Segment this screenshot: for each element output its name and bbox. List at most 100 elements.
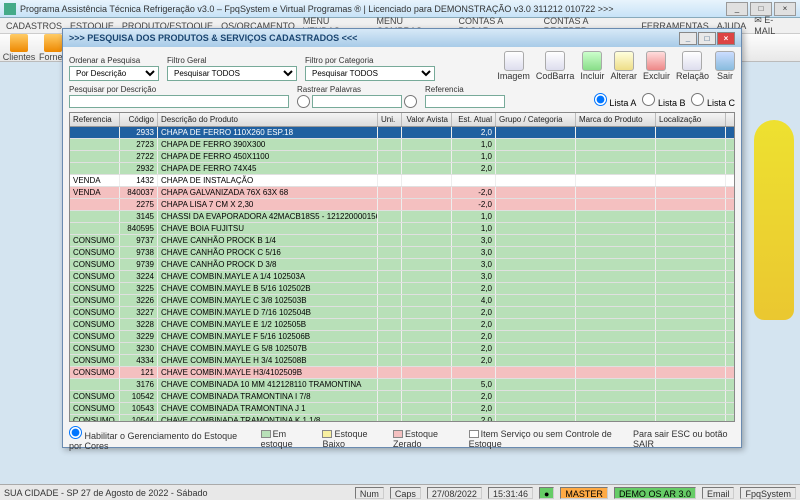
cell-est: 1,0 (452, 223, 496, 234)
table-row[interactable]: CONSUMO3226CHAVE COMBIN.MAYLE C 3/8 1025… (70, 295, 734, 307)
habilitar-checkbox[interactable]: Habilitar o Gerenciamento do Estoque por… (69, 426, 251, 451)
table-row[interactable]: CONSUMO3225CHAVE COMBIN.MAYLE B 5/16 102… (70, 283, 734, 295)
col-referencia[interactable]: Referencia (70, 113, 120, 126)
delete-icon (646, 51, 666, 71)
cell-ref (70, 199, 120, 210)
menu-item[interactable]: CADASTROS (6, 21, 62, 31)
table-row[interactable]: 2723CHAPA DE FERRO 390X3001,0 (70, 139, 734, 151)
radio-lista-a[interactable]: Lista A (594, 93, 637, 108)
table-row[interactable]: CONSUMO121CHAVE COMBIN.MAYLE H3/4102509B (70, 367, 734, 379)
filtro-cat-select[interactable]: Pesquisar TODOS (305, 66, 435, 81)
table-row[interactable]: CONSUMO4334CHAVE COMBIN.MAYLE H 3/4 1025… (70, 355, 734, 367)
table-row[interactable]: 2722CHAPA DE FERRO 450X11001,0 (70, 151, 734, 163)
toolbar-clientes[interactable]: Clientes (4, 34, 34, 62)
rastrear-radio[interactable] (297, 95, 310, 108)
table-row[interactable]: CONSUMO10543CHAVE COMBINADA TRAMONTINA J… (70, 403, 734, 415)
btn-alterar[interactable]: Alterar (610, 51, 637, 81)
cell-loc (656, 223, 726, 234)
table-row[interactable]: CONSUMO3227CHAVE COMBIN.MAYLE D 7/16 102… (70, 307, 734, 319)
status-demo: DEMO OS AR 3.0 (614, 487, 696, 499)
pesq-desc-label: Pesquisar por Descrição (69, 85, 289, 94)
btn-incluir[interactable]: Incluir (580, 51, 604, 81)
table-row[interactable]: CONSUMO3229CHAVE COMBIN.MAYLE F 5/16 102… (70, 331, 734, 343)
table-row[interactable]: CONSUMO3228CHAVE COMBIN.MAYLE E 1/2 1025… (70, 319, 734, 331)
table-row[interactable]: CONSUMO10544CHAVE COMBINADA TRAMONTINA K… (70, 415, 734, 422)
col-codigo[interactable]: Código (120, 113, 158, 126)
cell-est: 3,0 (452, 235, 496, 246)
dialog-min-button[interactable]: _ (679, 32, 697, 45)
status-fpq[interactable]: FpqSystem (740, 487, 796, 499)
cell-cod: 4334 (120, 355, 158, 366)
table-row[interactable]: VENDA1432CHAPA DE INSTALAÇÃO (70, 175, 734, 187)
cell-grp (496, 163, 576, 174)
cell-cod: 3226 (120, 295, 158, 306)
ordenar-select[interactable]: Por Descrição (69, 66, 159, 81)
rastrear-label: Rastrear Palavras (297, 85, 417, 94)
table-row[interactable]: CONSUMO3230CHAVE COMBIN.MAYLE G 5/8 1025… (70, 343, 734, 355)
filtro-geral-select[interactable]: Pesquisar TODOS (167, 66, 297, 81)
cell-grp (496, 187, 576, 198)
cell-cod: 3230 (120, 343, 158, 354)
table-row[interactable]: CONSUMO9738CHAVE CANHÃO PROCK C 5/163,0 (70, 247, 734, 259)
col-uni[interactable]: Uni. (378, 113, 402, 126)
table-row[interactable]: CONSUMO9737CHAVE CANHÃO PROCK B 1/43,0 (70, 235, 734, 247)
pesq-desc-input[interactable] (69, 95, 289, 108)
dialog-close-button[interactable]: × (717, 32, 735, 45)
table-row[interactable]: 2933CHAPA DE FERRO 110X260 ESP.182,0 (70, 127, 734, 139)
cell-val (402, 367, 452, 378)
col-descricao[interactable]: Descrição do Produto (158, 113, 378, 126)
cell-val (402, 259, 452, 270)
table-row[interactable]: 2932CHAPA DE FERRO 74X452,0 (70, 163, 734, 175)
rastrear-input[interactable] (312, 95, 402, 108)
radio-lista-b[interactable]: Lista B (642, 93, 685, 108)
radio-lista-c[interactable]: Lista C (691, 93, 735, 108)
product-grid[interactable]: Referencia Código Descrição do Produto U… (69, 112, 735, 422)
cell-grp (496, 151, 576, 162)
table-row[interactable]: 3145CHASSI DA EVAPORADORA 42MACB18S5 - 1… (70, 211, 734, 223)
btn-imagem[interactable]: Imagem (497, 51, 530, 81)
btn-sair[interactable]: Sair (715, 51, 735, 81)
cell-val (402, 283, 452, 294)
cell-ref: CONSUMO (70, 319, 120, 330)
table-row[interactable]: 2275CHAPA LISA 7 CM X 2,30-2,0 (70, 199, 734, 211)
referencia-input[interactable] (425, 95, 505, 108)
status-location: SUA CIDADE - SP 27 de Agosto de 2022 - S… (4, 488, 207, 498)
table-row[interactable]: CONSUMO9739CHAVE CANHÃO PROCK D 3/83,0 (70, 259, 734, 271)
col-estoque[interactable]: Est. Atual (452, 113, 496, 126)
legend-pink-icon (393, 430, 403, 438)
cell-cod: 2933 (120, 127, 158, 138)
cell-est: 2,0 (452, 343, 496, 354)
cell-loc (656, 199, 726, 210)
table-row[interactable]: CONSUMO10542CHAVE COMBINADA TRAMONTINA I… (70, 391, 734, 403)
cell-ref: CONSUMO (70, 259, 120, 270)
cell-val (402, 307, 452, 318)
window-max-button[interactable]: □ (750, 2, 772, 16)
report-icon (682, 51, 702, 71)
cell-loc (656, 379, 726, 390)
cell-ref: CONSUMO (70, 391, 120, 402)
dialog-title: >>> PESQUISA DOS PRODUTOS & SERVIÇOS CAD… (69, 33, 357, 43)
col-local[interactable]: Localização (656, 113, 726, 126)
window-min-button[interactable]: _ (726, 2, 748, 16)
table-row[interactable]: 840595CHAVE BOIA FUJITSU1,0 (70, 223, 734, 235)
dialog-max-button[interactable]: □ (698, 32, 716, 45)
btn-relacao[interactable]: Relação (676, 51, 709, 81)
table-row[interactable]: VENDA840037CHAPA GALVANIZADA 76X 63X 68-… (70, 187, 734, 199)
table-row[interactable]: 3176CHAVE COMBINADA 10 MM 412128110 TRAM… (70, 379, 734, 391)
status-caps: Caps (390, 487, 421, 499)
cell-est: 2,0 (452, 307, 496, 318)
btn-codbarra[interactable]: CodBarra (536, 51, 575, 81)
col-marca[interactable]: Marca do Produto (576, 113, 656, 126)
col-valor[interactable]: Valor Avista (402, 113, 452, 126)
cell-val (402, 415, 452, 422)
cell-grp (496, 223, 576, 234)
window-close-button[interactable]: × (774, 2, 796, 16)
table-row[interactable]: CONSUMO3224CHAVE COMBIN.MAYLE A 1/4 1025… (70, 271, 734, 283)
cell-desc: CHAPA DE INSTALAÇÃO (158, 175, 378, 186)
menu-item-email[interactable]: ✉ E-MAIL (754, 15, 794, 36)
status-email[interactable]: Email (702, 487, 735, 499)
rastrear-radio2[interactable] (404, 95, 417, 108)
col-grupo[interactable]: Grupo / Categoria (496, 113, 576, 126)
btn-excluir[interactable]: Excluir (643, 51, 670, 81)
cell-est: 1,0 (452, 151, 496, 162)
